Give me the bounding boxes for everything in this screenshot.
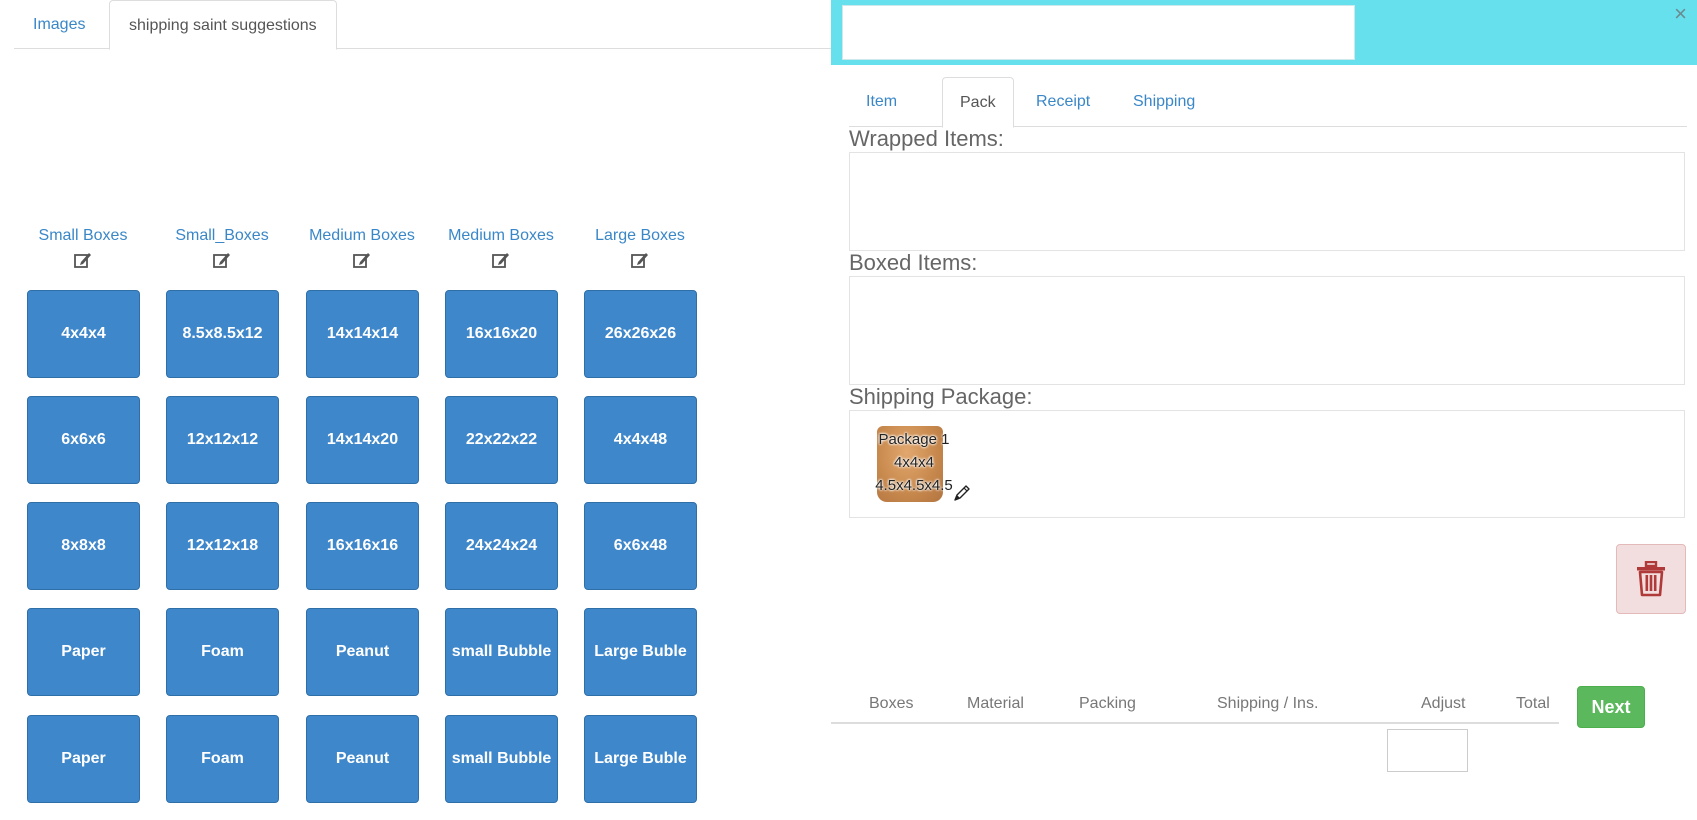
box-button[interactable]: 4x4x48 (584, 396, 697, 484)
box-button[interactable]: 26x26x26 (584, 290, 697, 378)
tab-pack[interactable]: Pack (942, 77, 1014, 128)
material-button[interactable]: Paper (27, 608, 140, 696)
panel-header-bar: × (831, 0, 1697, 65)
box-button[interactable]: 14x14x20 (306, 396, 419, 484)
next-button[interactable]: Next (1577, 686, 1645, 728)
edit-icon[interactable] (630, 250, 650, 270)
material-button[interactable]: small Bubble (445, 715, 558, 803)
material-button[interactable]: Foam (166, 608, 279, 696)
package-outer-size: 4.5x4.5x4.5 (875, 477, 953, 494)
summary-header-boxes: Boxes (869, 695, 914, 712)
box-button[interactable]: 24x24x24 (445, 502, 558, 590)
pencil-icon[interactable] (951, 482, 973, 504)
tab-images[interactable]: Images (14, 0, 104, 49)
summary-header-total: Total (1516, 695, 1550, 712)
column-title[interactable]: Medium Boxes (297, 226, 427, 246)
column-title[interactable]: Small Boxes (18, 226, 148, 246)
close-icon[interactable]: × (1674, 2, 1687, 26)
column-title[interactable]: Large Boxes (575, 226, 705, 246)
edit-icon[interactable] (491, 250, 511, 270)
left-tab-bar: Images shipping saint suggestions (14, 0, 832, 50)
box-button[interactable]: 8.5x8.5x12 (166, 290, 279, 378)
package-card[interactable]: Package 1 4x4x4 4.5x4.5x4.5 (871, 426, 961, 504)
column-title[interactable]: Medium Boxes (436, 226, 566, 246)
column-header-small-boxes-2: Small_Boxes (157, 226, 287, 270)
tab-shipping-saint-suggestions[interactable]: shipping saint suggestions (109, 0, 337, 50)
material-button[interactable]: Paper (27, 715, 140, 803)
boxed-items-label: Boxed Items: (849, 250, 978, 275)
column-header-small-boxes: Small Boxes (18, 226, 148, 270)
box-button[interactable]: 16x16x16 (306, 502, 419, 590)
tab-item[interactable]: Item (849, 77, 914, 127)
tab-shipping[interactable]: Shipping (1116, 77, 1212, 127)
edit-icon[interactable] (73, 250, 93, 270)
delete-package-button[interactable] (1616, 544, 1686, 614)
summary-header-shipping: Shipping / Ins. (1217, 695, 1319, 712)
summary-divider (831, 722, 1559, 724)
edit-icon[interactable] (212, 250, 232, 270)
tab-receipt[interactable]: Receipt (1019, 77, 1107, 127)
column-header-large-boxes: Large Boxes (575, 226, 705, 270)
pack-tab-bar: Item Pack Receipt Shipping (849, 77, 1687, 128)
trash-icon (1637, 561, 1665, 597)
package-name: Package 1 (878, 431, 950, 448)
box-button[interactable]: 22x22x22 (445, 396, 558, 484)
box-button[interactable]: 6x6x6 (27, 396, 140, 484)
wrapped-items-dropzone[interactable] (849, 152, 1685, 251)
box-button[interactable]: 14x14x14 (306, 290, 419, 378)
header-text-field[interactable] (842, 5, 1355, 60)
material-button[interactable]: Large Buble (584, 715, 697, 803)
box-button[interactable]: 12x12x12 (166, 396, 279, 484)
summary-header-packing: Packing (1079, 695, 1136, 712)
box-button[interactable]: 8x8x8 (27, 502, 140, 590)
material-button[interactable]: Peanut (306, 715, 419, 803)
column-title[interactable]: Small_Boxes (157, 226, 287, 246)
package-size: 4x4x4 (893, 454, 935, 471)
material-button[interactable]: Foam (166, 715, 279, 803)
wrapped-items-label: Wrapped Items: (849, 126, 1004, 151)
summary-header-adjust: Adjust (1421, 695, 1466, 712)
shipping-package-dropzone[interactable] (849, 410, 1685, 518)
material-button[interactable]: Large Buble (584, 608, 697, 696)
shipping-package-label: Shipping Package: (849, 384, 1033, 409)
boxed-items-dropzone[interactable] (849, 276, 1685, 385)
summary-header-material: Material (967, 695, 1024, 712)
box-button[interactable]: 6x6x48 (584, 502, 697, 590)
package-info: Package 1 4x4x4 4.5x4.5x4.5 (869, 428, 959, 497)
material-button[interactable]: Peanut (306, 608, 419, 696)
box-button[interactable]: 4x4x4 (27, 290, 140, 378)
box-button[interactable]: 12x12x18 (166, 502, 279, 590)
adjust-input[interactable] (1387, 729, 1468, 772)
column-header-medium-boxes-2: Medium Boxes (436, 226, 566, 270)
pack-panel: × Item Pack Receipt Shipping Wrapped Ite… (831, 0, 1697, 820)
edit-icon[interactable] (352, 250, 372, 270)
box-button[interactable]: 16x16x20 (445, 290, 558, 378)
column-header-medium-boxes: Medium Boxes (297, 226, 427, 270)
material-button[interactable]: small Bubble (445, 608, 558, 696)
